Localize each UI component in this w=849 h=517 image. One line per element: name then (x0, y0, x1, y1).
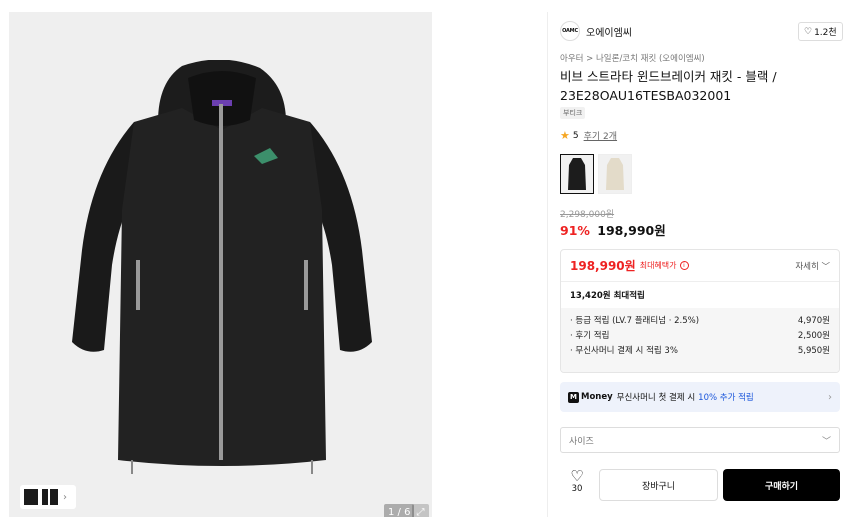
max-benefit-label: 최대혜택가 (639, 261, 677, 270)
accumulate-value: 4,970원 (797, 316, 830, 326)
benefit-box: 198,990원 최대혜택가 i 자세히 ﹀ 13,420원 최대적립 · 등급… (560, 249, 840, 373)
brand-like-count: 1.2천 (814, 28, 837, 38)
product-main-image (72, 60, 372, 474)
sale-price-row: 91% 198,990원 (560, 220, 666, 239)
swatch-beige[interactable] (598, 154, 632, 194)
product-page: › 1 / 6 ⤢ OAMC 오에이엠씨 ♡ 1.2천 아우터 > 나일론/코치… (0, 0, 849, 517)
chevron-right-icon: › (828, 391, 832, 403)
wishlist-count: 30 (571, 484, 583, 494)
brand-row[interactable]: OAMC 오에이엠씨 (560, 21, 632, 41)
list-item: · 후기 적립 2,500원 (570, 329, 830, 344)
discount-rate: 91% (560, 223, 590, 238)
review-count-link[interactable]: 후기 2개 (584, 129, 617, 142)
brand-logo[interactable]: OAMC (560, 21, 580, 41)
musinsa-money-banner[interactable]: M Money 무신사머니 첫 결제 시 10% 추가 적립 › (560, 382, 840, 412)
max-accumulate: 13,420원 최대적립 (561, 281, 839, 308)
heart-icon: ♡ (570, 467, 584, 485)
info-icon[interactable]: i (679, 261, 689, 270)
add-to-cart-button[interactable]: 장바구니 (599, 469, 718, 501)
accumulate-value: 5,950원 (797, 346, 830, 356)
size-select[interactable]: 사이즈 ﹀ (560, 427, 840, 453)
wishlist-button[interactable]: ♡ 30 (564, 468, 590, 494)
swatch-beige-image (606, 158, 624, 190)
accumulate-label: · 등급 적립 (LV.7 플래티넘 · 2.5%) (570, 316, 700, 326)
brand-like-button[interactable]: ♡ 1.2천 (798, 22, 843, 41)
list-item: · 등급 적립 (LV.7 플래티넘 · 2.5%) 4,970원 (570, 314, 830, 329)
accumulate-label: · 후기 적립 (570, 331, 610, 341)
accumulate-value: 2,500원 (797, 331, 830, 341)
size-select-placeholder: 사이즈 (569, 436, 594, 447)
color-swatches (560, 154, 632, 194)
product-title: 비브 스트라타 윈드브레이커 재킷 - 블랙 / 23E28OAU16TESBA… (560, 69, 777, 103)
benefit-detail-toggle[interactable]: 자세히 ﹀ (795, 260, 830, 272)
money-text: 무신사머니 첫 결제 시 (616, 393, 696, 403)
image-pager: 1 / 6 (384, 504, 415, 517)
rating-value: 5 (572, 130, 579, 141)
swatch-black-image (568, 158, 586, 190)
accumulate-list: · 등급 적립 (LV.7 플래티넘 · 2.5%) 4,970원 · 후기 적… (561, 308, 839, 372)
heart-icon: ♡ (804, 26, 813, 37)
money-highlight: 10% 추가 적립 (698, 393, 754, 403)
benefit-header[interactable]: 198,990원 최대혜택가 i 자세히 ﹀ (561, 250, 839, 281)
list-item: · 무신사머니 결제 시 적립 3% 5,950원 (570, 344, 830, 359)
buy-now-button[interactable]: 구매하기 (723, 469, 840, 501)
max-benefit-price: 198,990원 (570, 259, 636, 273)
expand-icon[interactable]: ⤢ (412, 504, 429, 517)
boutique-tag: 부티크 (560, 107, 586, 119)
star-icon: ★ (560, 129, 570, 142)
thumbnail-next-icon[interactable]: › (63, 492, 67, 503)
sale-price: 198,990원 (597, 223, 666, 238)
thumbnail-image[interactable] (22, 487, 60, 507)
original-price: 2,298,000원 (560, 210, 615, 220)
money-logo-icon: M (568, 391, 579, 403)
breadcrumb[interactable]: 아우터 > 나일론/코치 재킷 (오에이엠씨) (560, 52, 705, 64)
swatch-black[interactable] (560, 154, 594, 194)
brand-name[interactable]: 오에이엠씨 (586, 24, 632, 39)
chevron-down-icon: ﹀ (821, 436, 831, 447)
accumulate-label: · 무신사머니 결제 시 적립 3% (570, 346, 678, 356)
thumbnail-strip[interactable]: › (20, 485, 76, 509)
rating-row[interactable]: ★ 5 후기 2개 (560, 129, 617, 142)
money-wordmark: Money (581, 392, 613, 402)
product-info-panel: OAMC 오에이엠씨 ♡ 1.2천 아우터 > 나일론/코치 재킷 (오에이엠씨… (547, 12, 849, 517)
product-image-gallery[interactable]: › 1 / 6 ⤢ (9, 12, 432, 517)
